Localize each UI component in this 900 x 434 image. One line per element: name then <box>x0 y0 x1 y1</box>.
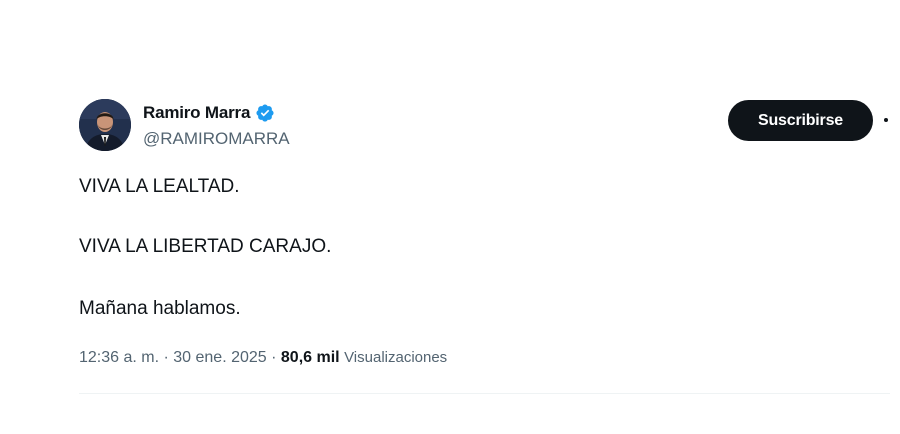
tweet-card: Ramiro Marra @RAMIROMARRA Suscribirse VI… <box>0 0 900 434</box>
meta-separator: · <box>266 349 281 366</box>
tweet-text-line: VIVA LA LEALTAD. <box>79 176 240 197</box>
subscribe-button[interactable]: Suscribirse <box>728 100 873 141</box>
author-name-row: Ramiro Marra <box>143 103 275 123</box>
profile-photo-icon <box>79 99 131 151</box>
tweet-date[interactable]: 30 ene. 2025 <box>173 349 266 366</box>
tweet-time[interactable]: 12:36 a. m. <box>79 349 159 366</box>
display-name[interactable]: Ramiro Marra <box>143 103 250 123</box>
author-handle[interactable]: @RAMIROMARRA <box>143 129 290 149</box>
more-options-icon[interactable] <box>884 118 888 122</box>
meta-separator: · <box>159 349 174 366</box>
tweet-text-line: VIVA LA LIBERTAD CARAJO. <box>79 236 332 257</box>
avatar[interactable] <box>79 99 131 151</box>
tweet-text-line: Mañana hablamos. <box>79 298 241 319</box>
divider <box>79 393 890 394</box>
verified-badge-icon[interactable] <box>255 103 275 123</box>
tweet-meta: 12:36 a. m. · 30 ene. 2025 · 80,6 mil Vi… <box>79 349 447 367</box>
views-count: 80,6 mil <box>280 349 340 366</box>
views-label: Visualizaciones <box>344 349 448 366</box>
